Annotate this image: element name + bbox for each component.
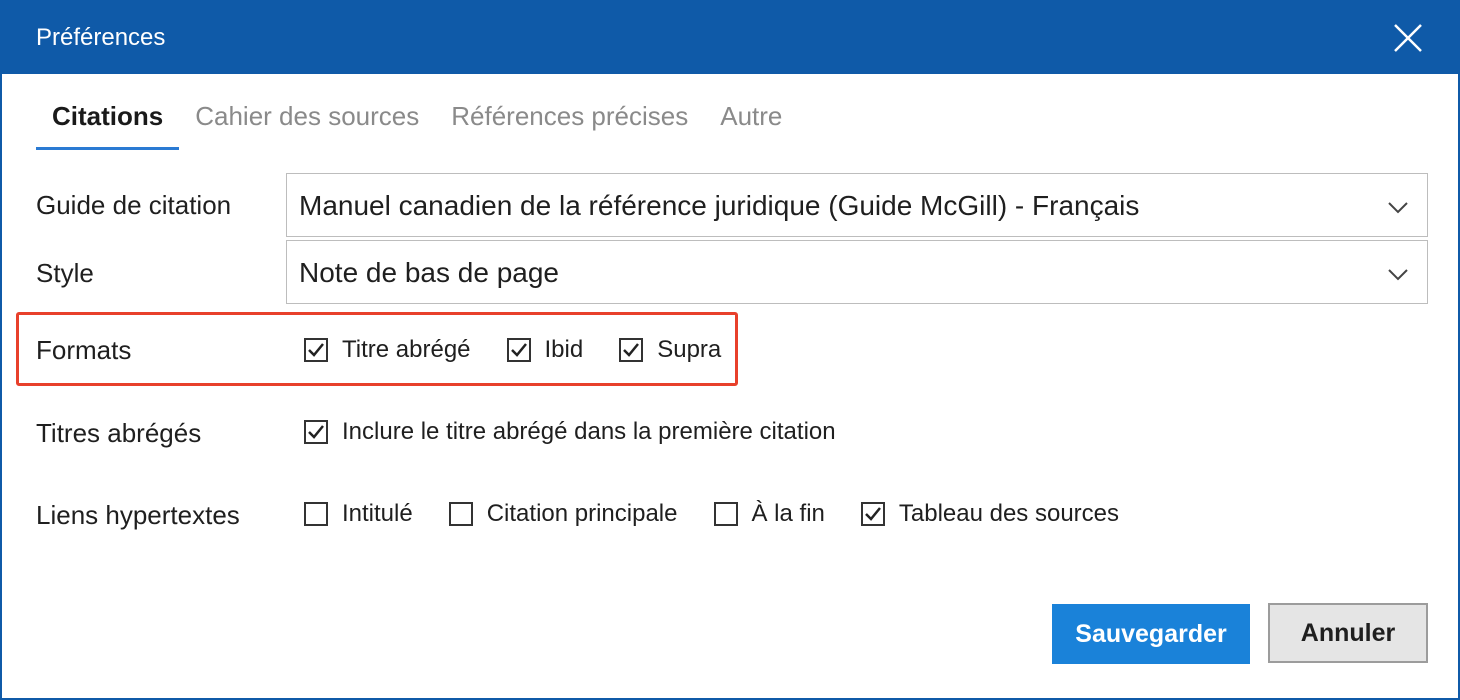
tab-autre[interactable]: Autre [704, 96, 798, 150]
include-short-title-label: Inclure le titre abrégé dans la première… [342, 418, 836, 445]
checkmark-icon [308, 425, 324, 439]
chevron-down-icon [1387, 196, 1409, 218]
citation-principale-label: Citation principale [486, 500, 678, 527]
checkbox-box [448, 502, 473, 526]
citation-guide-value: Manuel canadien de la référence juridiqu… [299, 190, 1140, 221]
checkmark-icon [510, 343, 527, 357]
preferences-dialog: Préférences Citations Cahier des sources… [0, 0, 1460, 700]
citation-guide-select[interactable]: Manuel canadien de la référence juridiqu… [286, 173, 1428, 237]
citation-guide-label: Guide de citation [36, 190, 232, 220]
hyperlinks-label: Liens hypertextes [36, 500, 240, 530]
checkbox-box [860, 502, 885, 526]
cancel-button[interactable]: Annuler [1268, 603, 1428, 663]
intitule-label: Intitulé [342, 500, 413, 527]
a-la-fin-checkbox[interactable]: À la fin [713, 500, 825, 528]
tab-references-precises[interactable]: Références précises [435, 96, 704, 150]
include-short-title-checkbox[interactable]: Inclure le titre abrégé dans la première… [304, 418, 836, 446]
checkbox-box [304, 420, 328, 444]
supra-checkbox[interactable]: Supra [619, 336, 721, 364]
intitule-checkbox[interactable]: Intitulé [304, 500, 413, 528]
formats-label: Formats [36, 335, 132, 365]
checkmark-icon [864, 507, 881, 521]
tab-citations[interactable]: Citations [36, 96, 180, 150]
style-label: Style [36, 258, 94, 288]
tableau-des-sources-label: Tableau des sources [898, 500, 1120, 527]
checkbox-box [304, 338, 328, 362]
style-select[interactable]: Note de bas de page [286, 240, 1428, 304]
short-titles-options: Inclure le titre abrégé dans la première… [304, 418, 872, 446]
checkbox-box [304, 502, 328, 526]
checkbox-box [619, 338, 644, 362]
chevron-down-icon [1387, 263, 1409, 285]
dialog-title: Préférences [36, 24, 166, 51]
titre-abrege-label: Titre abrégé [342, 336, 471, 363]
short-titles-label: Titres abrégés [36, 418, 202, 448]
title-bar: Préférences [0, 0, 1460, 74]
ibid-label: Ibid [544, 336, 584, 363]
checkbox-box [713, 502, 738, 526]
ibid-checkbox[interactable]: Ibid [506, 336, 584, 364]
tab-cahier-des-sources[interactable]: Cahier des sources [179, 96, 435, 150]
titre-abrege-checkbox[interactable]: Titre abrégé [304, 336, 471, 364]
hyperlinks-options: Intitulé Citation principale À la fin Ta… [304, 500, 1155, 528]
formats-options: Titre abrégé Ibid Supra [304, 336, 757, 364]
supra-label: Supra [657, 336, 722, 363]
checkmark-icon [308, 343, 324, 357]
citation-principale-checkbox[interactable]: Citation principale [448, 500, 678, 528]
save-button[interactable]: Sauvegarder [1052, 604, 1250, 664]
checkmark-icon [623, 343, 640, 357]
style-value: Note de bas de page [299, 257, 559, 288]
checkbox-box [506, 338, 531, 362]
tableau-des-sources-checkbox[interactable]: Tableau des sources [860, 500, 1120, 528]
a-la-fin-label: À la fin [751, 500, 825, 527]
tab-bar: Citations Cahier des sources Références … [36, 96, 798, 152]
close-icon[interactable] [1392, 22, 1424, 54]
